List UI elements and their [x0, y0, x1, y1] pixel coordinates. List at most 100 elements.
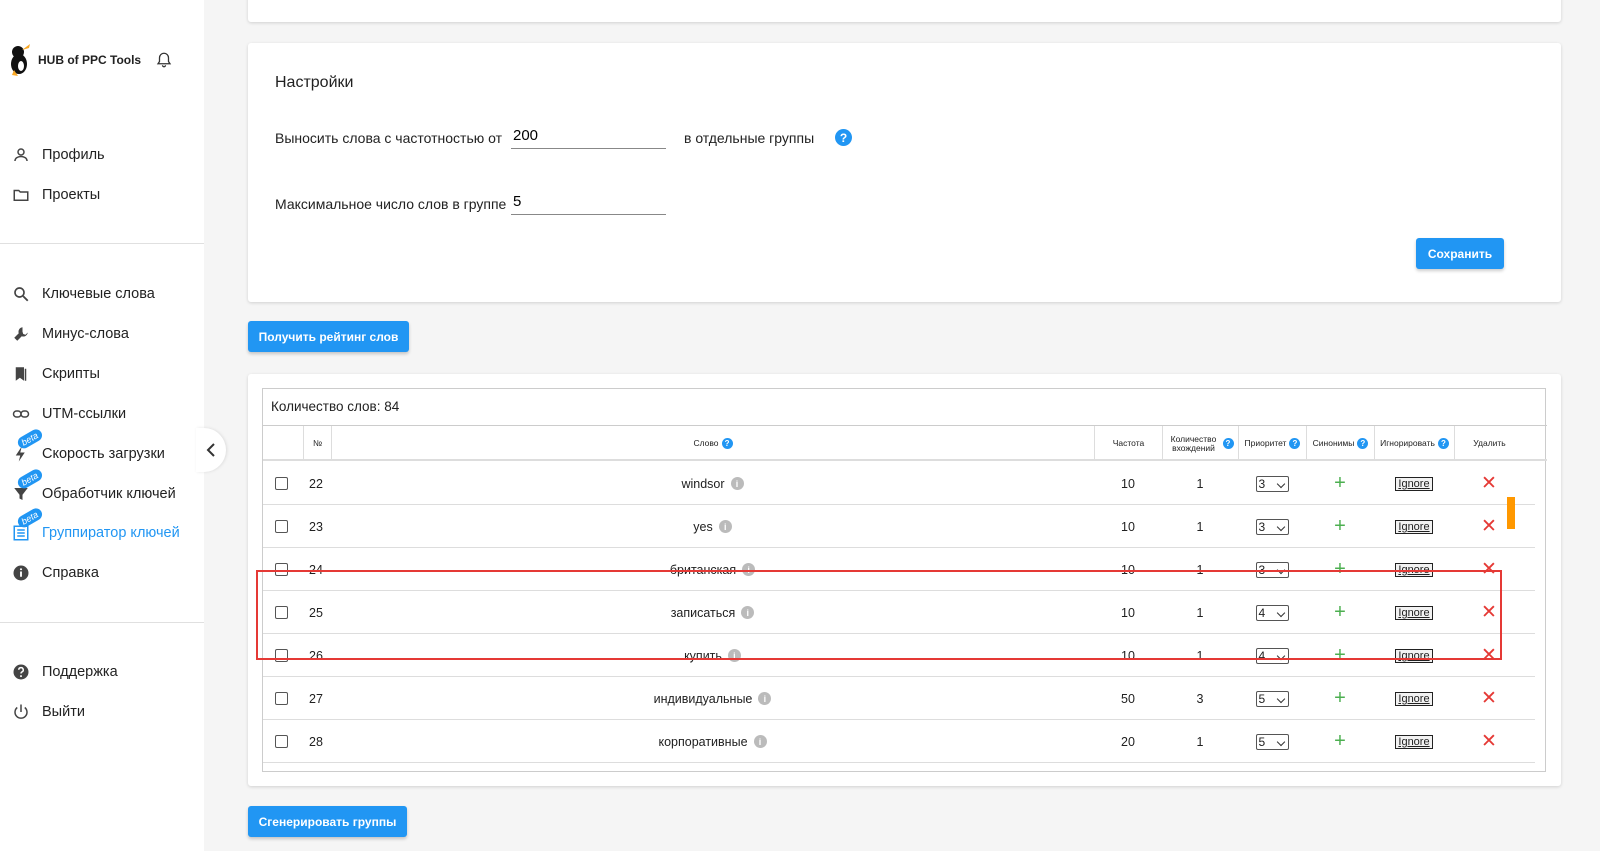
header-occurrences: Количество вхождений?	[1162, 426, 1238, 461]
delete-icon[interactable]: ✕	[1481, 472, 1497, 495]
highlight-box	[256, 570, 1502, 660]
ignore-button[interactable]: Ignore	[1395, 519, 1433, 534]
priority-select[interactable]: 5	[1255, 690, 1289, 707]
info-icon[interactable]: i	[758, 692, 772, 705]
sidebar-item-label: Обработчик ключей	[42, 486, 176, 502]
row-num: 22	[309, 476, 323, 491]
priority-select[interactable]: 3	[1255, 518, 1289, 535]
sidebar-item-person[interactable]: Профиль	[12, 144, 105, 166]
row-freq: 10	[1121, 519, 1135, 534]
row-occurrences: 1	[1196, 476, 1204, 491]
sidebar-item-folder[interactable]: Проекты	[12, 184, 100, 206]
sidebar-item-label: Скорость загрузки	[42, 446, 165, 462]
help-icon[interactable]: ?	[1222, 438, 1234, 449]
table-scrollbar[interactable]	[1507, 497, 1515, 529]
add-synonym-icon[interactable]: +	[1334, 515, 1346, 538]
row-freq: 10	[1121, 476, 1135, 491]
info-icon[interactable]: i	[718, 520, 732, 533]
save-button[interactable]: Сохранить	[1416, 238, 1504, 269]
sidebar-item-power[interactable]: Выйти	[12, 701, 85, 723]
sidebar-item-label: Профиль	[42, 147, 105, 163]
freq-label: Выносить слова с частотностью от	[275, 130, 503, 146]
info-icon	[12, 564, 30, 582]
bell-icon[interactable]	[155, 51, 173, 69]
freq-suffix: в отдельные группы	[684, 130, 815, 146]
info-icon[interactable]: i	[730, 477, 744, 490]
delete-icon[interactable]: ✕	[1481, 687, 1497, 710]
row-word-cell: индивидуальные i	[331, 677, 1094, 720]
generate-groups-button[interactable]: Сгенерировать группы	[248, 806, 407, 837]
folder-icon	[12, 186, 30, 204]
row-checkbox[interactable]	[275, 692, 288, 705]
bookmark-icon	[12, 365, 30, 383]
row-word-cell: корпоративные i	[331, 720, 1094, 763]
sidebar-item-info[interactable]: Справка	[12, 562, 99, 584]
row-occurrences: 3	[1196, 691, 1204, 706]
row-checkbox[interactable]	[275, 735, 288, 748]
header-freq: Частота	[1094, 426, 1162, 461]
settings-card: Настройки Выносить слова с частотностью …	[248, 43, 1561, 302]
help-icon	[12, 663, 30, 681]
logo-icon	[11, 44, 30, 76]
sidebar-item-filter[interactable]: beta Обработчик ключей	[12, 467, 176, 505]
add-synonym-icon[interactable]: +	[1334, 472, 1346, 495]
help-icon[interactable]: ?	[1289, 438, 1301, 449]
header-synonyms-label: Синонимы	[1312, 438, 1355, 448]
row-word-cell: yes i	[331, 505, 1094, 548]
list-icon: beta	[12, 506, 44, 542]
add-synonym-icon[interactable]: +	[1334, 687, 1346, 710]
sidebar-divider	[0, 243, 204, 244]
row-occurrences: 1	[1196, 734, 1204, 749]
header-ignore-label: Игнорировать	[1380, 438, 1435, 448]
sidebar-item-label: Проекты	[42, 187, 101, 203]
table-row: 27 индивидуальные i 50 3 5 + Ignore ✕	[263, 677, 1535, 720]
delete-icon[interactable]: ✕	[1481, 730, 1497, 753]
help-icon[interactable]: ?	[1357, 438, 1369, 449]
help-icon[interactable]: ?	[835, 129, 852, 146]
sidebar-item-link[interactable]: UTM-ссылки	[12, 403, 126, 425]
row-num: 28	[309, 734, 323, 749]
help-icon[interactable]: ?	[721, 438, 733, 449]
brand-name: HUB of PPC Tools	[38, 53, 142, 67]
header-select	[263, 426, 303, 461]
priority-select[interactable]: 3	[1255, 475, 1289, 492]
collapse-sidebar-button[interactable]	[196, 428, 226, 472]
word-count: Количество слов: 84	[271, 399, 400, 414]
sidebar-item-help[interactable]: Поддержка	[12, 661, 118, 683]
max-words-input[interactable]	[511, 189, 666, 215]
filter-icon: beta	[12, 467, 44, 503]
top-card	[248, 0, 1561, 22]
add-synonym-icon[interactable]: +	[1334, 730, 1346, 753]
header-word-label: Слово	[693, 438, 719, 448]
sidebar-divider	[0, 622, 204, 623]
freq-input[interactable]	[511, 123, 666, 149]
sidebar-item-search[interactable]: Ключевые слова	[12, 283, 155, 305]
sidebar-item-wrench[interactable]: Минус-слова	[12, 323, 129, 345]
sidebar-item-bookmark[interactable]: Скрипты	[12, 363, 100, 385]
row-checkbox[interactable]	[275, 520, 288, 533]
table-header: № Слово? Частота Количество вхождений? П…	[263, 425, 1547, 461]
ignore-button[interactable]: Ignore	[1395, 734, 1433, 749]
row-occurrences: 1	[1196, 519, 1204, 534]
info-icon[interactable]: i	[753, 735, 767, 748]
settings-title: Настройки	[275, 74, 354, 91]
person-icon	[12, 146, 30, 164]
row-word: корпоративные	[658, 734, 748, 749]
sidebar-item-label: Группиратор ключей	[42, 525, 180, 541]
priority-select[interactable]: 5	[1255, 733, 1289, 750]
sidebar-item-bolt[interactable]: beta Скорость загрузки	[12, 427, 165, 465]
sidebar-item-label: Ключевые слова	[42, 286, 155, 302]
header-synonyms: Синонимы?	[1306, 426, 1374, 461]
brand[interactable]: HUB of PPC Tools	[8, 42, 173, 78]
get-rating-button[interactable]: Получить рейтинг слов	[248, 321, 409, 352]
power-icon	[12, 703, 30, 721]
header-ignore: Игнорировать?	[1374, 426, 1454, 461]
ignore-button[interactable]: Ignore	[1395, 476, 1433, 491]
delete-icon[interactable]: ✕	[1481, 515, 1497, 538]
row-word: yes	[693, 519, 713, 534]
row-freq: 20	[1121, 734, 1135, 749]
sidebar-item-list[interactable]: beta Группиратор ключей	[12, 506, 180, 544]
ignore-button[interactable]: Ignore	[1395, 691, 1433, 706]
help-icon[interactable]: ?	[1437, 438, 1449, 449]
row-checkbox[interactable]	[275, 477, 288, 490]
